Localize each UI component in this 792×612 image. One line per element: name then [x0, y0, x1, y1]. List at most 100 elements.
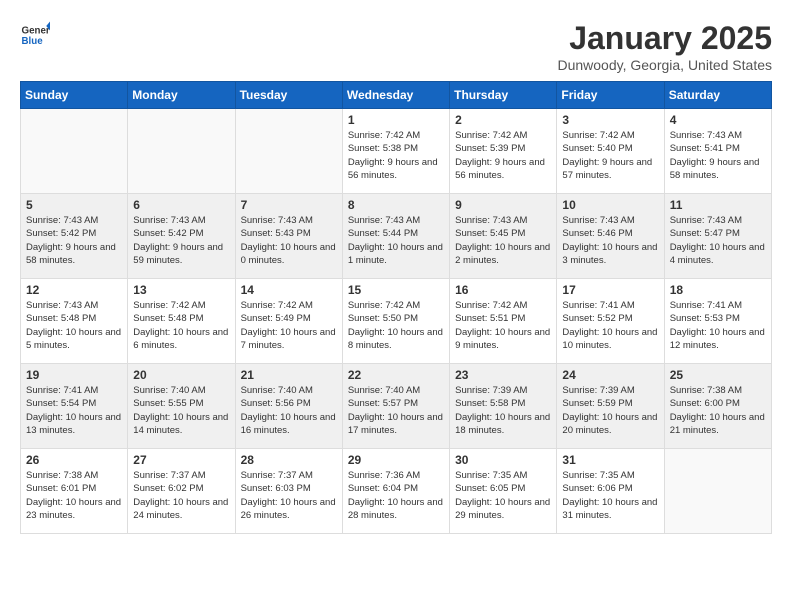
day-number: 25	[670, 368, 766, 382]
day-cell	[235, 109, 342, 194]
day-cell: 21 Sunrise: 7:40 AMSunset: 5:56 PMDayligh…	[235, 364, 342, 449]
day-cell: 28Sunrise: 7:37 AMSunset: 6:03 PMDayligh…	[235, 449, 342, 534]
day-info: Sunrise: 7:42 AMSunset: 5:51 PMDaylight:…	[455, 299, 551, 352]
day-number: 5	[26, 198, 122, 212]
day-info: Sunrise: 7:43 AMSunset: 5:42 PMDaylight:…	[133, 214, 229, 267]
day-info: Sunrise: 7:43 AMSunset: 5:48 PMDaylight:…	[26, 299, 122, 352]
day-number: 26	[26, 453, 122, 467]
week-row-2: 5 Sunrise: 7:43 AMSunset: 5:42 PMDaylight…	[21, 194, 772, 279]
day-cell: 13Sunrise: 7:42 AMSunset: 5:48 PMDayligh…	[128, 279, 235, 364]
day-cell: 3 Sunrise: 7:42 AMSunset: 5:40 PMDaylight…	[557, 109, 664, 194]
day-info: Sunrise: 7:42 AMSunset: 5:38 PMDaylight:…	[348, 129, 444, 182]
day-number: 20	[133, 368, 229, 382]
day-cell: 11 Sunrise: 7:43 AMSunset: 5:47 PMDayligh…	[664, 194, 771, 279]
day-info: Sunrise: 7:43 AMSunset: 5:43 PMDaylight:…	[241, 214, 337, 267]
calendar-table: Sunday Monday Tuesday Wednesday Thursday…	[20, 81, 772, 534]
title-section: January 2025 Dunwoody, Georgia, United S…	[557, 20, 772, 73]
day-number: 19	[26, 368, 122, 382]
day-number: 15	[348, 283, 444, 297]
day-number: 1	[348, 113, 444, 127]
day-number: 10	[562, 198, 658, 212]
day-cell: 9 Sunrise: 7:43 AMSunset: 5:45 PMDaylight…	[450, 194, 557, 279]
day-cell: 24 Sunrise: 7:39 AMSunset: 5:59 PMDayligh…	[557, 364, 664, 449]
logo-icon: General Blue	[20, 20, 50, 50]
day-info: Sunrise: 7:43 AMSunset: 5:42 PMDaylight:…	[26, 214, 122, 267]
day-info: Sunrise: 7:38 AMSunset: 6:00 PMDaylight:…	[670, 384, 766, 437]
day-info: Sunrise: 7:42 AMSunset: 5:49 PMDaylight:…	[241, 299, 337, 352]
day-cell	[21, 109, 128, 194]
calendar-title: January 2025	[557, 20, 772, 57]
day-cell: 25 Sunrise: 7:38 AMSunset: 6:00 PMDayligh…	[664, 364, 771, 449]
day-info: Sunrise: 7:41 AMSunset: 5:54 PMDaylight:…	[26, 384, 122, 437]
day-number: 31	[562, 453, 658, 467]
day-info: Sunrise: 7:39 AMSunset: 5:58 PMDaylight:…	[455, 384, 551, 437]
day-info: Sunrise: 7:41 AMSunset: 5:53 PMDaylight:…	[670, 299, 766, 352]
header-wednesday: Wednesday	[342, 82, 449, 109]
header-friday: Friday	[557, 82, 664, 109]
day-number: 21	[241, 368, 337, 382]
day-cell: 12Sunrise: 7:43 AMSunset: 5:48 PMDayligh…	[21, 279, 128, 364]
day-number: 4	[670, 113, 766, 127]
week-row-4: 19 Sunrise: 7:41 AMSunset: 5:54 PMDayligh…	[21, 364, 772, 449]
day-cell: 29 Sunrise: 7:36 AMSunset: 6:04 PMDayligh…	[342, 449, 449, 534]
day-number: 13	[133, 283, 229, 297]
day-number: 23	[455, 368, 551, 382]
day-info: Sunrise: 7:39 AMSunset: 5:59 PMDaylight:…	[562, 384, 658, 437]
day-info: Sunrise: 7:42 AMSunset: 5:39 PMDaylight:…	[455, 129, 551, 182]
page-header: General Blue January 2025 Dunwoody, Geor…	[20, 20, 772, 73]
week-row-5: 26 Sunrise: 7:38 AMSunset: 6:01 PMDayligh…	[21, 449, 772, 534]
day-number: 16	[455, 283, 551, 297]
logo: General Blue	[20, 20, 50, 50]
day-info: Sunrise: 7:43 AMSunset: 5:46 PMDaylight:…	[562, 214, 658, 267]
day-number: 24	[562, 368, 658, 382]
day-info: Sunrise: 7:43 AMSunset: 5:41 PMDaylight:…	[670, 129, 766, 182]
day-cell	[128, 109, 235, 194]
day-number: 27	[133, 453, 229, 467]
day-info: Sunrise: 7:43 AMSunset: 5:47 PMDaylight:…	[670, 214, 766, 267]
day-cell: 31 Sunrise: 7:35 AMSunset: 6:06 PMDayligh…	[557, 449, 664, 534]
day-number: 14	[241, 283, 337, 297]
day-info: Sunrise: 7:42 AMSunset: 5:40 PMDaylight:…	[562, 129, 658, 182]
day-cell: 23 Sunrise: 7:39 AMSunset: 5:58 PMDayligh…	[450, 364, 557, 449]
day-info: Sunrise: 7:37 AMSunset: 6:03 PMDaylight:…	[241, 469, 337, 522]
header-thursday: Thursday	[450, 82, 557, 109]
week-row-3: 12Sunrise: 7:43 AMSunset: 5:48 PMDayligh…	[21, 279, 772, 364]
day-number: 18	[670, 283, 766, 297]
day-cell: 30Sunrise: 7:35 AMSunset: 6:05 PMDayligh…	[450, 449, 557, 534]
day-cell: 15 Sunrise: 7:42 AMSunset: 5:50 PMDayligh…	[342, 279, 449, 364]
day-info: Sunrise: 7:43 AMSunset: 5:44 PMDaylight:…	[348, 214, 444, 267]
day-cell: 5 Sunrise: 7:43 AMSunset: 5:42 PMDaylight…	[21, 194, 128, 279]
day-number: 2	[455, 113, 551, 127]
day-info: Sunrise: 7:40 AMSunset: 5:55 PMDaylight:…	[133, 384, 229, 437]
header-tuesday: Tuesday	[235, 82, 342, 109]
header-saturday: Saturday	[664, 82, 771, 109]
day-cell	[664, 449, 771, 534]
day-info: Sunrise: 7:40 AMSunset: 5:57 PMDaylight:…	[348, 384, 444, 437]
day-info: Sunrise: 7:35 AMSunset: 6:06 PMDaylight:…	[562, 469, 658, 522]
day-number: 6	[133, 198, 229, 212]
day-cell: 8 Sunrise: 7:43 AMSunset: 5:44 PMDaylight…	[342, 194, 449, 279]
day-info: Sunrise: 7:36 AMSunset: 6:04 PMDaylight:…	[348, 469, 444, 522]
day-number: 29	[348, 453, 444, 467]
day-cell: 26 Sunrise: 7:38 AMSunset: 6:01 PMDayligh…	[21, 449, 128, 534]
day-info: Sunrise: 7:43 AMSunset: 5:45 PMDaylight:…	[455, 214, 551, 267]
day-info: Sunrise: 7:35 AMSunset: 6:05 PMDaylight:…	[455, 469, 551, 522]
day-info: Sunrise: 7:38 AMSunset: 6:01 PMDaylight:…	[26, 469, 122, 522]
day-number: 3	[562, 113, 658, 127]
day-cell: 10 Sunrise: 7:43 AMSunset: 5:46 PMDayligh…	[557, 194, 664, 279]
day-cell: 18 Sunrise: 7:41 AMSunset: 5:53 PMDayligh…	[664, 279, 771, 364]
day-number: 9	[455, 198, 551, 212]
day-cell: 6 Sunrise: 7:43 AMSunset: 5:42 PMDaylight…	[128, 194, 235, 279]
svg-text:General: General	[22, 26, 51, 37]
day-number: 8	[348, 198, 444, 212]
day-cell: 2 Sunrise: 7:42 AMSunset: 5:39 PMDaylight…	[450, 109, 557, 194]
day-number: 11	[670, 198, 766, 212]
week-row-1: 1 Sunrise: 7:42 AMSunset: 5:38 PMDaylight…	[21, 109, 772, 194]
header-sunday: Sunday	[21, 82, 128, 109]
svg-text:Blue: Blue	[22, 36, 44, 47]
day-cell: 16 Sunrise: 7:42 AMSunset: 5:51 PMDayligh…	[450, 279, 557, 364]
day-info: Sunrise: 7:40 AMSunset: 5:56 PMDaylight:…	[241, 384, 337, 437]
day-cell: 14 Sunrise: 7:42 AMSunset: 5:49 PMDayligh…	[235, 279, 342, 364]
day-number: 22	[348, 368, 444, 382]
day-info: Sunrise: 7:42 AMSunset: 5:50 PMDaylight:…	[348, 299, 444, 352]
